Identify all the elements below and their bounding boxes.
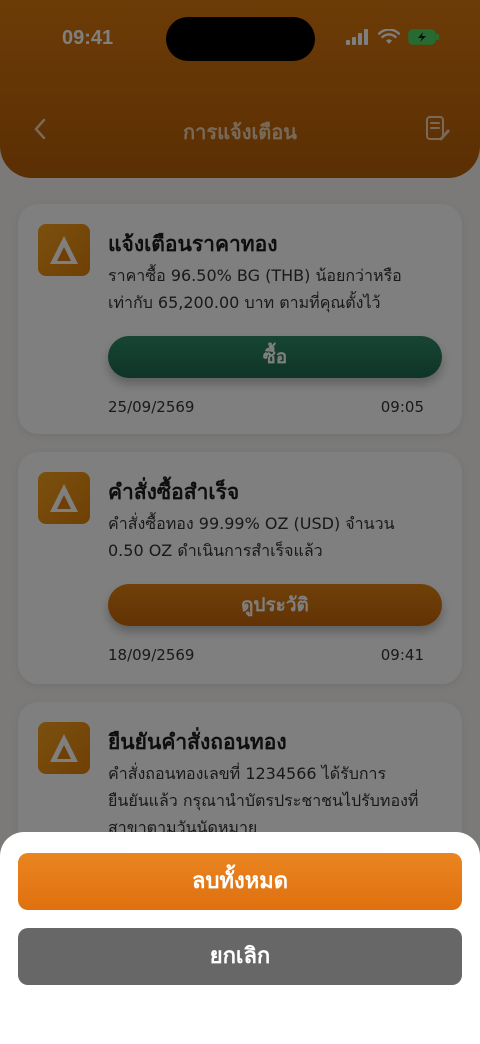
- notifications-screen: 09:41 การแจ้งเตือน: [0, 0, 480, 1044]
- delete-all-button[interactable]: ลบทั้งหมด: [18, 853, 462, 910]
- cancel-button[interactable]: ยกเลิก: [18, 928, 462, 985]
- action-sheet: ลบทั้งหมด ยกเลิก: [0, 832, 480, 1044]
